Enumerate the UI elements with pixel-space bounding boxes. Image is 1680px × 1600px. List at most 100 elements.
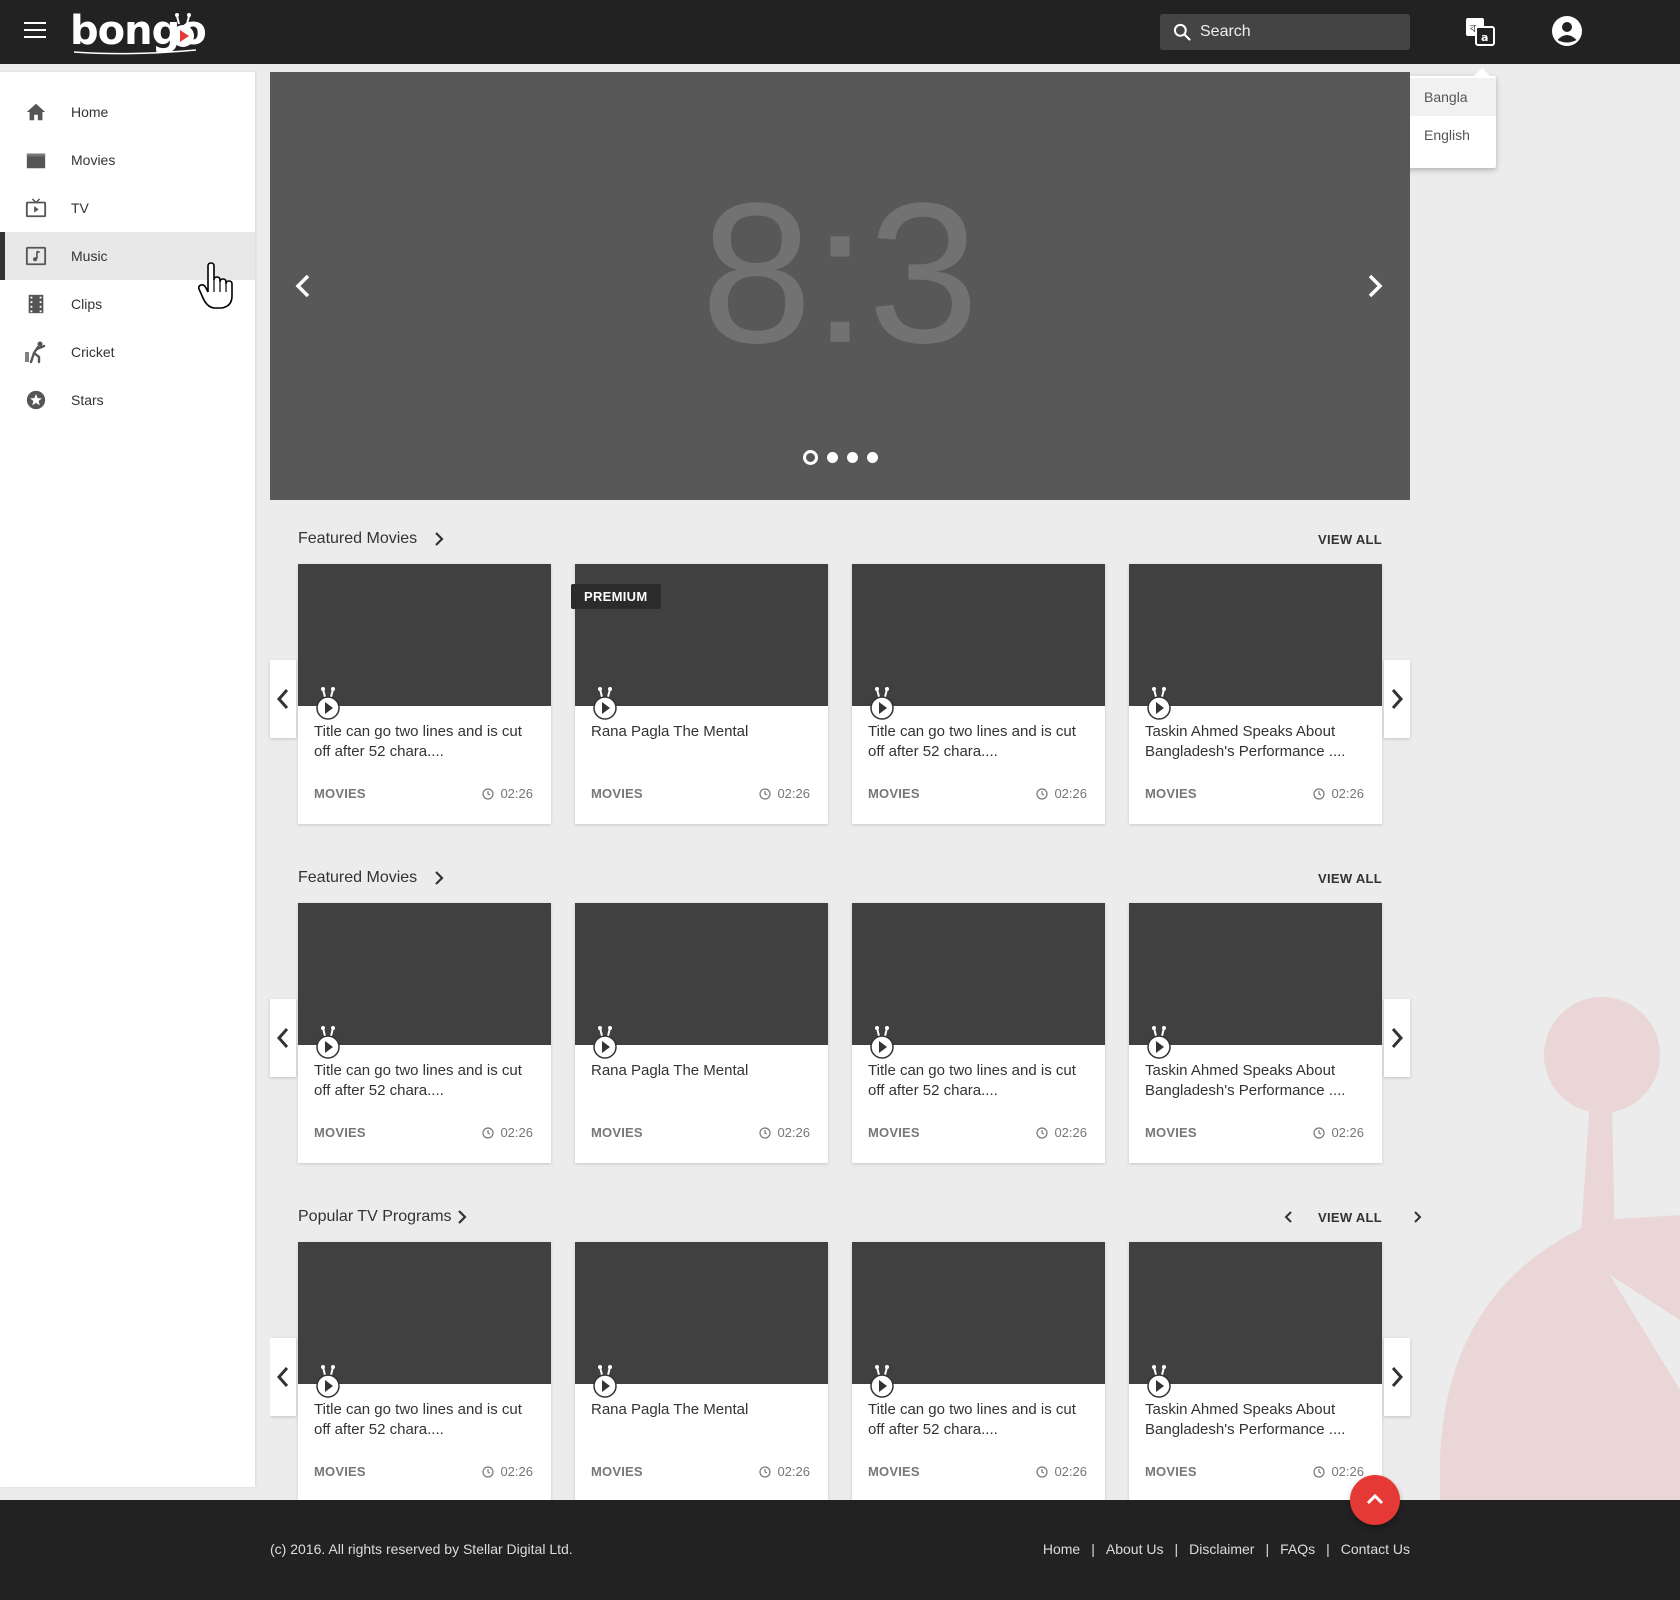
card-category: MOVIES <box>591 1125 643 1140</box>
play-icon[interactable] <box>591 1364 619 1398</box>
duration-text: 02:26 <box>1331 1125 1364 1140</box>
view-all-link[interactable]: VIEW ALL <box>1318 532 1382 547</box>
view-all-link[interactable]: VIEW ALL <box>1318 871 1382 886</box>
chevron-right-icon <box>1391 1028 1404 1048</box>
section-title-text: Popular TV Programs <box>298 1208 452 1225</box>
chevron-right-icon <box>1391 689 1404 709</box>
footer-link-disclaimer[interactable]: Disclaimer <box>1189 1541 1254 1557</box>
sidebar-item-home[interactable]: Home <box>0 88 255 136</box>
card-thumbnail <box>1129 1242 1382 1384</box>
row-prev-button[interactable] <box>270 999 296 1077</box>
footer-link-about[interactable]: About Us <box>1106 1541 1164 1557</box>
hero-placeholder-text: 8:3 <box>700 162 980 385</box>
content-card[interactable]: Title can go two lines and is cut off af… <box>852 564 1105 824</box>
card-duration: 02:26 <box>1313 1125 1364 1140</box>
section-title-text: Featured Movies <box>298 530 418 547</box>
hero-prev-button[interactable] <box>286 268 322 304</box>
play-icon[interactable] <box>868 686 896 720</box>
footer-link-faqs[interactable]: FAQs <box>1280 1541 1315 1557</box>
card-duration: 02:26 <box>482 1125 533 1140</box>
section-title[interactable]: Featured Movies <box>298 869 445 887</box>
account-icon[interactable] <box>1550 14 1584 48</box>
play-icon[interactable] <box>591 1025 619 1059</box>
duration-text: 02:26 <box>1054 786 1087 801</box>
carousel-dot[interactable] <box>847 452 858 463</box>
hero-next-button[interactable] <box>1356 268 1392 304</box>
card-thumbnail: PREMIUM <box>571 564 828 706</box>
card-thumbnail <box>575 1242 828 1384</box>
content-card[interactable]: PREMIUM Rana Pagla The Mental MOVIES 02:26 <box>571 564 828 824</box>
menu-icon[interactable] <box>24 22 46 40</box>
content-card[interactable]: Title can go two lines and is cut off af… <box>298 1242 551 1500</box>
content-card[interactable]: Title can go two lines and is cut off af… <box>852 1242 1105 1500</box>
sidebar-item-label: Cricket <box>71 344 115 360</box>
play-icon[interactable] <box>314 1364 342 1398</box>
hero-carousel[interactable]: 8:3 <box>270 72 1410 500</box>
carousel-dot[interactable] <box>803 450 818 465</box>
card-category: MOVIES <box>1145 786 1197 801</box>
sidebar-item-tv[interactable]: TV <box>0 184 255 232</box>
clock-icon <box>1313 787 1326 800</box>
chevron-left-icon <box>276 1367 289 1387</box>
language-icon[interactable]: বa <box>1464 16 1496 48</box>
card-title: Title can go two lines and is cut off af… <box>868 1062 1076 1099</box>
top-bar: bongo বa <box>0 0 1680 64</box>
movie-icon <box>24 148 48 172</box>
card-category: MOVIES <box>591 786 643 801</box>
content-card[interactable]: Taskin Ahmed Speaks About Bangladesh's P… <box>1129 1242 1382 1500</box>
chevron-left-icon <box>276 1028 289 1048</box>
card-duration: 02:26 <box>1036 786 1087 801</box>
music-icon <box>24 244 48 268</box>
play-icon[interactable] <box>591 686 619 720</box>
card-duration: 02:26 <box>482 1464 533 1479</box>
duration-text: 02:26 <box>777 1464 810 1479</box>
section-title[interactable]: Popular TV Programs <box>298 1208 468 1226</box>
content-card[interactable]: Title can go two lines and is cut off af… <box>298 903 551 1163</box>
play-icon[interactable] <box>1145 1364 1173 1398</box>
content-card[interactable]: Title can go two lines and is cut off af… <box>852 903 1105 1163</box>
sidebar-item-movies[interactable]: Movies <box>0 136 255 184</box>
card-category: MOVIES <box>314 1125 366 1140</box>
row-next-button[interactable] <box>1384 999 1410 1077</box>
content-card[interactable]: Taskin Ahmed Speaks About Bangladesh's P… <box>1129 903 1382 1163</box>
content-card[interactable]: Taskin Ahmed Speaks About Bangladesh's P… <box>1129 564 1382 824</box>
play-icon[interactable] <box>1145 686 1173 720</box>
card-thumbnail <box>852 1242 1105 1384</box>
search-box[interactable] <box>1160 14 1410 50</box>
sidebar-item-label: Clips <box>71 296 103 312</box>
card-duration: 02:26 <box>759 786 810 801</box>
carousel-dot[interactable] <box>827 452 838 463</box>
footer-link-home[interactable]: Home <box>1043 1541 1080 1557</box>
clock-icon <box>1313 1126 1326 1139</box>
row-prev-button[interactable] <box>270 1338 296 1416</box>
footer-link-contact[interactable]: Contact Us <box>1341 1541 1410 1557</box>
play-icon[interactable] <box>868 1364 896 1398</box>
row-next-button[interactable] <box>1384 1338 1410 1416</box>
content-card[interactable]: Rana Pagla The Mental MOVIES 02:26 <box>575 1242 828 1500</box>
card-duration: 02:26 <box>759 1464 810 1479</box>
chevron-left-icon <box>276 689 289 709</box>
card-row: Title can go two lines and is cut off af… <box>298 903 1406 1163</box>
scroll-to-top-button[interactable] <box>1350 1475 1400 1525</box>
chevron-right-icon[interactable] <box>1410 1209 1424 1225</box>
content-card[interactable]: Title can go two lines and is cut off af… <box>298 564 551 824</box>
chevron-right-icon <box>435 871 444 885</box>
chevron-left-icon[interactable] <box>1282 1209 1296 1225</box>
search-input[interactable] <box>1200 23 1400 41</box>
card-category: MOVIES <box>868 1464 920 1479</box>
play-icon[interactable] <box>1145 1025 1173 1059</box>
duration-text: 02:26 <box>500 1125 533 1140</box>
duration-text: 02:26 <box>500 786 533 801</box>
row-next-button[interactable] <box>1384 660 1410 738</box>
section-title[interactable]: Featured Movies <box>298 530 445 548</box>
sidebar-item-stars[interactable]: Stars <box>0 376 255 424</box>
play-icon[interactable] <box>868 1025 896 1059</box>
view-all-link[interactable]: VIEW ALL <box>1318 1210 1382 1225</box>
decorative-antenna-shape <box>1440 997 1680 1500</box>
carousel-dot[interactable] <box>867 452 878 463</box>
play-icon[interactable] <box>314 686 342 720</box>
sidebar-item-cricket[interactable]: Cricket <box>0 328 255 376</box>
row-prev-button[interactable] <box>270 660 296 738</box>
content-card[interactable]: Rana Pagla The Mental MOVIES 02:26 <box>575 903 828 1163</box>
play-icon[interactable] <box>314 1025 342 1059</box>
